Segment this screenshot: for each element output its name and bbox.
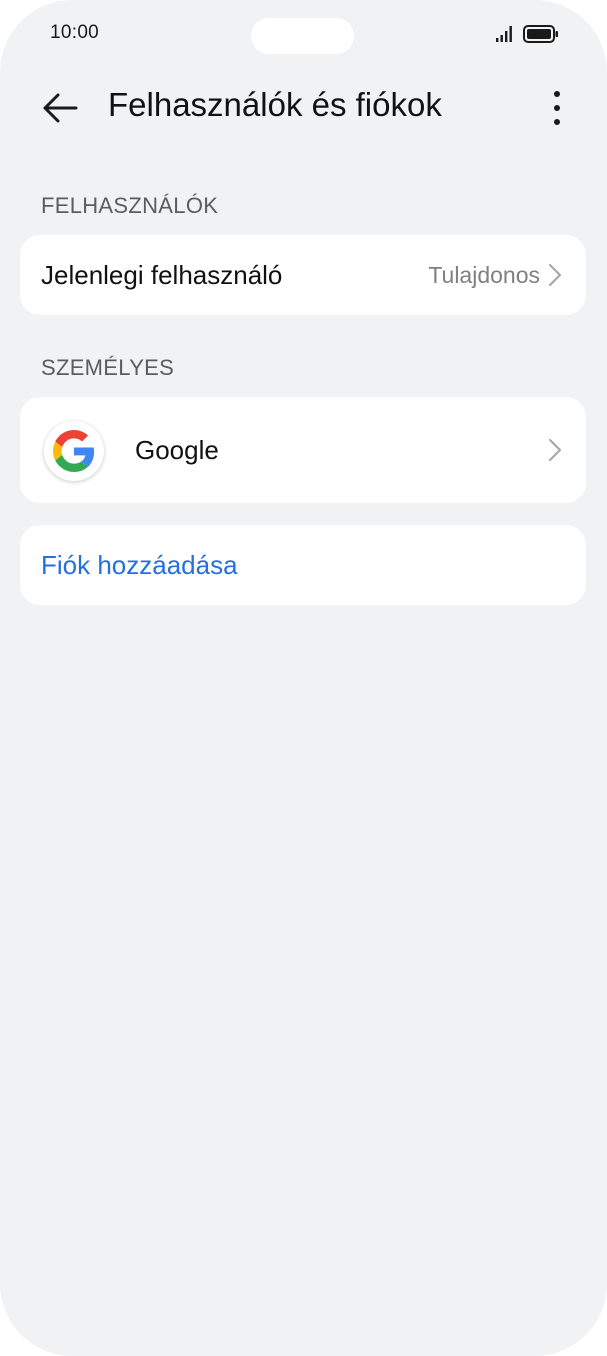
battery-icon	[523, 25, 558, 43]
chevron-right-icon	[548, 438, 562, 462]
google-icon	[44, 421, 104, 481]
status-time: 10:00	[50, 22, 100, 43]
camera-cutout	[251, 18, 354, 54]
status-icons	[495, 24, 559, 44]
current-user-value: Tulajdonos	[428, 262, 540, 288]
back-button[interactable]	[34, 82, 86, 134]
section-header-personal: SZEMÉLYES	[41, 355, 175, 380]
more-options-button[interactable]	[537, 82, 577, 134]
add-account-button[interactable]: Fiók hozzáadása	[20, 525, 586, 605]
current-user-label: Jelenlegi felhasználó	[41, 260, 283, 290]
chevron-right-icon	[548, 263, 562, 287]
section-header-users: FELHASZNÁLÓK	[41, 193, 219, 218]
google-account-label: Google	[135, 435, 219, 465]
google-g-logo	[53, 430, 95, 472]
google-account-row[interactable]: Google	[20, 397, 586, 503]
signal-icon	[496, 26, 512, 42]
app-bar: Felhasználók és fiókok	[0, 70, 607, 146]
more-vertical-icon	[554, 91, 560, 125]
page-title: Felhasználók és fiókok	[108, 86, 442, 123]
arrow-left-icon	[43, 93, 78, 123]
current-user-row[interactable]: Jelenlegi felhasználó Tulajdonos	[20, 235, 586, 315]
status-bar: 10:00	[0, 0, 607, 70]
add-account-label: Fiók hozzáadása	[41, 550, 238, 580]
phone-screen: 10:00 Felhasználók és fiókok FELHASZNÁLÓ…	[0, 0, 607, 1356]
